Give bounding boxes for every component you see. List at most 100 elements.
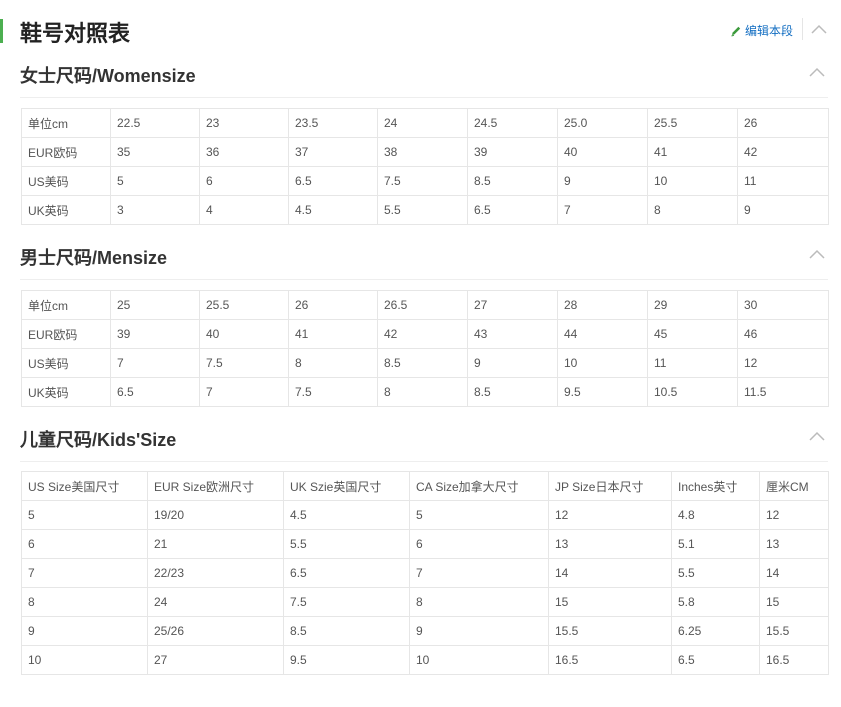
table-cell: UK Szie英国尺寸 <box>283 471 410 501</box>
table-cell: 4.5 <box>288 195 378 225</box>
table-cell: 5.5 <box>283 529 410 559</box>
table-cell: 8.5 <box>467 166 558 196</box>
page-title: 鞋号对照表 <box>20 21 131 46</box>
table-cell: 15 <box>548 587 672 617</box>
chevron-up-icon <box>809 431 825 441</box>
table-cell: 14 <box>759 558 829 588</box>
collapse-all-button[interactable] <box>810 23 828 35</box>
table-cell: 13 <box>548 529 672 559</box>
table-cell: 9 <box>409 616 549 646</box>
table-cell: 5.5 <box>377 195 468 225</box>
table-cell: 10 <box>557 348 648 378</box>
table-cell: 12 <box>737 348 829 378</box>
table-cell: 27 <box>467 290 558 320</box>
table-cell: 42 <box>377 319 468 349</box>
table-cell: 25/26 <box>147 616 284 646</box>
table-cell: CA Size加拿大尺寸 <box>409 471 549 501</box>
row-label-cell: EUR欧码 <box>21 319 111 349</box>
table-cell: 7.5 <box>377 166 468 196</box>
table-cell: 25.5 <box>199 290 289 320</box>
row-label-cell: 6 <box>21 529 148 559</box>
table-row: 5 19/20 4.5 5 12 4.8 12 <box>21 500 829 530</box>
table-cell: 8 <box>377 377 468 407</box>
table-cell: 24 <box>377 108 468 138</box>
table-cell: 6.5 <box>110 377 200 407</box>
edit-label: 编辑本段 <box>745 24 794 38</box>
table-cell: Inches英寸 <box>671 471 760 501</box>
table-cell: 23.5 <box>288 108 378 138</box>
table-cell: 7.5 <box>288 377 378 407</box>
table-cell: 12 <box>548 500 672 530</box>
title-accent-bar <box>0 19 3 43</box>
table-row: 7 22/23 6.5 7 14 5.5 14 <box>21 558 829 588</box>
table-cell: 12 <box>759 500 829 530</box>
table-cell: 25.0 <box>557 108 648 138</box>
table-cell: 10.5 <box>647 377 738 407</box>
table-cell: 15.5 <box>548 616 672 646</box>
table-cell: 36 <box>199 137 289 167</box>
table-cell: 14 <box>548 558 672 588</box>
table-cell: 26 <box>737 108 829 138</box>
table-row: EUR欧码 35 36 37 38 39 40 41 42 <box>21 137 829 167</box>
row-label-cell: UK英码 <box>21 195 111 225</box>
table-row: US美码 7 7.5 8 8.5 9 10 11 12 <box>21 348 829 378</box>
table-cell: 40 <box>557 137 648 167</box>
table-cell: 11 <box>647 348 738 378</box>
table-cell: 16.5 <box>548 645 672 675</box>
table-cell: 23 <box>199 108 289 138</box>
table-cell: 45 <box>647 319 738 349</box>
table-cell: 40 <box>199 319 289 349</box>
table-row: 单位cm 25 25.5 26 26.5 27 28 29 30 <box>21 290 829 320</box>
table-cell: 44 <box>557 319 648 349</box>
table-cell: 8.5 <box>467 377 558 407</box>
table-cell: 8 <box>409 587 549 617</box>
table-cell: 5 <box>110 166 200 196</box>
section-header-kids: 儿童尺码/Kids'Size <box>20 426 828 462</box>
table-cell: 22.5 <box>110 108 200 138</box>
table-cell: 41 <box>647 137 738 167</box>
table-cell: 6.5 <box>467 195 558 225</box>
table-cell: 6.5 <box>671 645 760 675</box>
table-cell: 7 <box>557 195 648 225</box>
row-label-cell: US美码 <box>21 166 111 196</box>
table-cell: 4.5 <box>283 500 410 530</box>
table-cell: 16.5 <box>759 645 829 675</box>
table-cell: 5.8 <box>671 587 760 617</box>
table-cell: 8 <box>288 348 378 378</box>
section-title-men: 男士尺码/Mensize <box>20 248 168 268</box>
table-cell: 8.5 <box>283 616 410 646</box>
table-cell: 7.5 <box>199 348 289 378</box>
row-label-cell: 5 <box>21 500 148 530</box>
row-label-cell: 7 <box>21 558 148 588</box>
table-row: 8 24 7.5 8 15 5.8 15 <box>21 587 829 617</box>
table-cell: JP Size日本尺寸 <box>548 471 672 501</box>
collapse-men-button[interactable] <box>808 248 826 260</box>
section-title-women: 女士尺码/Womensize <box>20 66 196 86</box>
table-cell: 22/23 <box>147 558 284 588</box>
table-row: US美码 5 6 6.5 7.5 8.5 9 10 11 <box>21 166 829 196</box>
table-cell: 5.1 <box>671 529 760 559</box>
pencil-icon <box>731 26 741 36</box>
section-header-men: 男士尺码/Mensize <box>20 244 828 280</box>
table-cell: 41 <box>288 319 378 349</box>
collapse-kids-button[interactable] <box>808 430 826 442</box>
table-header-row: US Size美国尺寸 EUR Size欧洲尺寸 UK Szie英国尺寸 CA Siz… <box>21 471 829 501</box>
table-cell: 10 <box>647 166 738 196</box>
table-cell: 13 <box>759 529 829 559</box>
table-cell: 46 <box>737 319 829 349</box>
table-cell: 11.5 <box>737 377 829 407</box>
table-cell: 43 <box>467 319 558 349</box>
table-cell: 21 <box>147 529 284 559</box>
table-cell: 5.5 <box>671 558 760 588</box>
table-cell: 42 <box>737 137 829 167</box>
table-cell: 9 <box>737 195 829 225</box>
chevron-up-icon <box>809 249 825 259</box>
table-cell: 7.5 <box>283 587 410 617</box>
chevron-up-icon <box>809 67 825 77</box>
table-row: EUR欧码 39 40 41 42 43 44 45 46 <box>21 319 829 349</box>
table-cell: 6 <box>409 529 549 559</box>
table-cell: 7 <box>110 348 200 378</box>
edit-section-link[interactable]: 编辑本段 <box>730 22 793 39</box>
collapse-women-button[interactable] <box>808 66 826 78</box>
chevron-up-icon <box>811 24 827 34</box>
